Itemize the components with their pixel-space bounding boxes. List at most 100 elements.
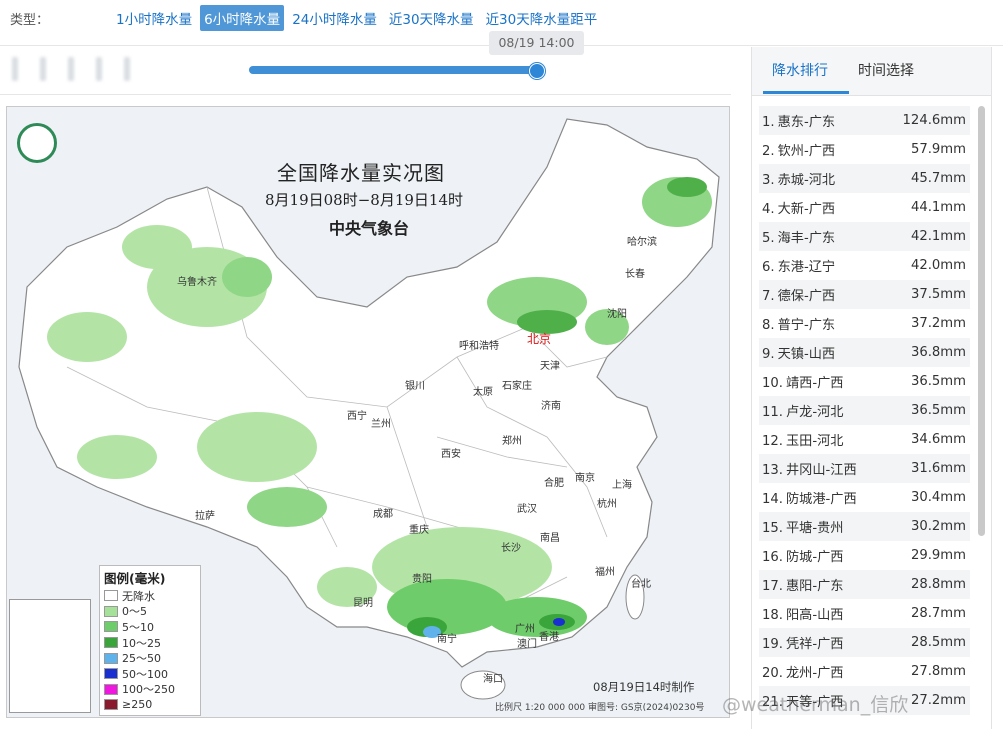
ranking-value: 57.9mm	[910, 142, 966, 157]
ranking-value: 28.8mm	[910, 577, 966, 592]
ranking-station-name: 龙州-广西	[785, 666, 844, 681]
type-tab[interactable]: 近30天降水量	[385, 5, 478, 31]
city-label: 南昌	[540, 533, 560, 544]
active-tab-indicator	[763, 91, 849, 94]
ranking-station-name: 大新-广西	[777, 202, 836, 217]
ranking-value: 42.0mm	[910, 258, 966, 273]
ranking-station: 18. 阳高-山西	[762, 604, 844, 623]
control-icon[interactable]	[124, 57, 130, 81]
ranking-number: 10.	[762, 376, 783, 391]
ranking-value: 44.1mm	[910, 200, 966, 215]
legend-item: 无降水	[104, 588, 196, 604]
ranking-value: 37.5mm	[910, 287, 966, 302]
ranking-station: 5. 海丰-广东	[762, 227, 835, 246]
cma-logo-icon	[17, 123, 57, 163]
ranking-station-name: 普宁-广东	[777, 318, 836, 333]
ranking-row[interactable]: 2. 钦州-广西 57.9mm	[759, 135, 970, 164]
type-tabs: 1小时降水量 6小时降水量 24小时降水量 近30天降水量 近30天降水量距平	[112, 5, 605, 31]
city-label: 哈尔滨	[627, 237, 657, 248]
ranking-row[interactable]: 18. 阳高-山西 28.7mm	[759, 599, 970, 628]
legend-swatch	[104, 621, 118, 633]
ranking-station: 8. 普宁-广东	[762, 314, 835, 333]
ranking-number: 1.	[762, 115, 775, 130]
ranking-station: 3. 赤城-河北	[762, 169, 835, 188]
city-label: 澳门	[517, 639, 537, 650]
ranking-row[interactable]: 11. 卢龙-河北 36.5mm	[759, 396, 970, 425]
type-tab[interactable]: 1小时降水量	[112, 5, 196, 31]
city-label: 郑州	[502, 436, 522, 447]
watermark: @weatherman_信欣	[722, 694, 909, 716]
ranking-station: 20. 龙州-广西	[762, 662, 844, 681]
legend-label: 无降水	[122, 589, 155, 603]
city-label: 济南	[541, 401, 561, 412]
ranking-row[interactable]: 5. 海丰-广东 42.1mm	[759, 222, 970, 251]
precipitation-map[interactable]: 全国降水量实况图 8月19日08时−8月19日14时 中央气象台 乌鲁木齐 哈尔…	[6, 106, 730, 718]
legend-item: 50～100	[104, 666, 196, 682]
ranking-station-name: 德保-广西	[777, 289, 836, 304]
ranking-row[interactable]: 16. 防城-广西 29.9mm	[759, 541, 970, 570]
ranking-row[interactable]: 19. 凭祥-广西 28.5mm	[759, 628, 970, 657]
ranking-row[interactable]: 9. 天镇-山西 36.8mm	[759, 338, 970, 367]
ranking-row[interactable]: 20. 龙州-广西 27.8mm	[759, 657, 970, 686]
ranking-station: 17. 惠阳-广东	[762, 575, 844, 594]
city-label: 上海	[612, 480, 632, 491]
ranking-station-name: 平塘-贵州	[785, 521, 844, 536]
ranking-station-name: 凭祥-广西	[785, 637, 844, 652]
ranking-station-name: 防城港-广西	[785, 492, 857, 507]
ranking-station: 15. 平塘-贵州	[762, 517, 844, 536]
control-icon[interactable]	[96, 57, 102, 81]
time-slider[interactable]	[249, 66, 538, 74]
ranking-value: 37.2mm	[910, 316, 966, 331]
ranking-row[interactable]: 17. 惠阳-广东 28.8mm	[759, 570, 970, 599]
ranking-station-name: 防城-广西	[785, 550, 844, 565]
ranking-row[interactable]: 10. 靖西-广西 36.5mm	[759, 367, 970, 396]
tab-precip-ranking[interactable]: 降水排行	[772, 60, 828, 80]
ranking-row[interactable]: 8. 普宁-广东 37.2mm	[759, 309, 970, 338]
type-tab[interactable]: 6小时降水量	[200, 5, 285, 31]
ranking-number: 16.	[762, 550, 783, 565]
ranking-panel: 降水排行 时间选择 1. 惠东-广东 124.6mm 2. 钦州-广西 57.9mm 3. 赤…	[751, 47, 992, 729]
city-label: 长沙	[501, 543, 521, 554]
divider	[0, 94, 731, 95]
ranking-number: 11.	[762, 405, 783, 420]
control-icon[interactable]	[68, 57, 74, 81]
legend-label: 5～10	[122, 620, 154, 634]
map-legend: 图例(毫米) 无降水 0～5 5～10 10～25 25～50 50～100 100～250…	[99, 565, 201, 716]
ranking-station: 12. 玉田-河北	[762, 430, 844, 449]
type-tab[interactable]: 近30天降水量距平	[482, 5, 602, 31]
control-icon[interactable]	[40, 57, 46, 81]
playback-controls[interactable]	[12, 54, 172, 84]
ranking-row[interactable]: 3. 赤城-河北 45.7mm	[759, 164, 970, 193]
ranking-row[interactable]: 7. 德保-广西 37.5mm	[759, 280, 970, 309]
time-slider-handle[interactable]	[529, 63, 545, 79]
ranking-station-name: 惠阳-广东	[785, 579, 844, 594]
type-tab[interactable]: 24小时降水量	[288, 5, 381, 31]
ranking-row[interactable]: 1. 惠东-广东 124.6mm	[759, 106, 970, 135]
legend-label: 10～25	[122, 636, 161, 650]
ranking-row[interactable]: 6. 东港-辽宁 42.0mm	[759, 251, 970, 280]
ranking-number: 7.	[762, 289, 775, 304]
ranking-row[interactable]: 14. 防城港-广西 30.4mm	[759, 483, 970, 512]
ranking-row[interactable]: 15. 平塘-贵州 30.2mm	[759, 512, 970, 541]
city-label: 乌鲁木齐	[177, 277, 217, 288]
tab-time-select[interactable]: 时间选择	[858, 60, 914, 80]
city-label: 南京	[575, 473, 595, 484]
ranking-row[interactable]: 12. 玉田-河北 34.6mm	[759, 425, 970, 454]
control-icon[interactable]	[12, 57, 18, 81]
legend-swatch	[104, 637, 118, 649]
ranking-row[interactable]: 4. 大新-广西 44.1mm	[759, 193, 970, 222]
ranking-station: 9. 天镇-山西	[762, 343, 835, 362]
ranking-scrollbar[interactable]	[978, 106, 985, 536]
city-label: 武汉	[517, 504, 537, 515]
city-label: 成都	[373, 509, 393, 520]
city-label: 银川	[405, 381, 425, 392]
ranking-number: 12.	[762, 434, 783, 449]
city-label: 合肥	[544, 478, 564, 489]
ranking-row[interactable]: 13. 井冈山-江西 31.6mm	[759, 454, 970, 483]
ranking-value: 28.5mm	[910, 635, 966, 650]
panel-tabs: 降水排行 时间选择	[752, 47, 991, 96]
map-date-range: 8月19日08时−8月19日14时	[265, 191, 464, 209]
ranking-station: 6. 东港-辽宁	[762, 256, 835, 275]
city-label: 拉萨	[195, 511, 215, 522]
legend-item: 0～5	[104, 604, 196, 620]
